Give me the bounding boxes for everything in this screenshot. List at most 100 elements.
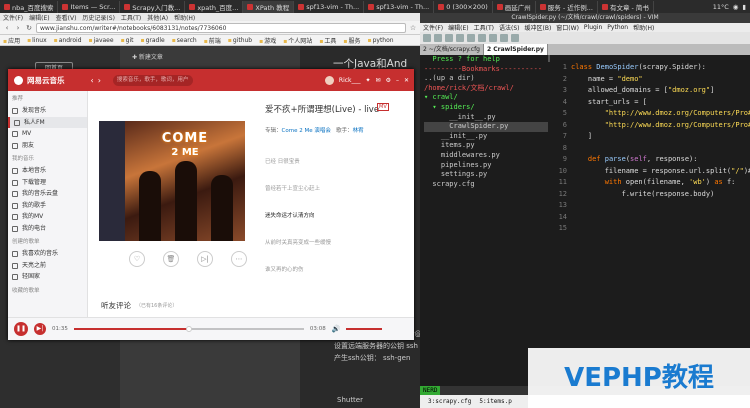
bookmark-item[interactable]: github — [228, 37, 252, 44]
battery-icon[interactable]: ▮ — [742, 3, 746, 11]
nerdtree-item[interactable]: CrawlSpider.py — [424, 122, 548, 132]
vim-menu-item[interactable]: 语法(S) — [499, 23, 520, 32]
sidebar-item[interactable]: MV — [8, 128, 87, 140]
browser-tab[interactable]: spf13-vim - Th... — [294, 0, 365, 13]
code-line[interactable]: class DemoSpider(scrapy.Spider): — [571, 62, 750, 74]
code-line[interactable]: filename = response.url.split("/")# — [571, 166, 750, 178]
bookmark-item[interactable]: linux — [27, 37, 47, 44]
wifi-icon[interactable]: ◉ — [733, 3, 739, 11]
code-line[interactable]: "http://www.dmoz.org/Computers/Pro# — [571, 108, 750, 120]
vim-menu-item[interactable]: 窗口(W) — [556, 23, 579, 32]
nerdtree-item[interactable]: __init__.py — [424, 113, 548, 123]
back-icon[interactable]: ‹ — [91, 76, 94, 85]
bookmark-item[interactable]: gradle — [140, 37, 165, 44]
browser-tab[interactable]: Scrapy入门教... — [120, 0, 186, 13]
sidebar-item[interactable]: 我的MV — [8, 211, 87, 223]
vim-menu-item[interactable]: 编辑(E) — [448, 23, 468, 32]
singer-link[interactable]: 林宥 — [353, 128, 364, 134]
forward-icon[interactable]: › — [14, 24, 22, 32]
nerdtree-item[interactable]: __init__.py — [424, 132, 548, 142]
mail-icon[interactable]: ✉ — [376, 77, 381, 84]
sidebar-item[interactable]: 下载管理 — [8, 177, 87, 189]
next-button[interactable]: ▶| — [34, 323, 46, 335]
url-input[interactable]: www.jianshu.com/writer#/notebooks/608313… — [36, 22, 406, 33]
vim-tab[interactable]: 2 CrawlSpider.py — [484, 44, 548, 55]
code-line[interactable] — [571, 200, 750, 212]
avatar[interactable] — [324, 75, 334, 85]
bookmark-item[interactable]: 应用 — [3, 36, 20, 45]
save-icon[interactable] — [434, 34, 442, 42]
sidebar-item[interactable]: 朋友 — [8, 140, 87, 152]
star-icon[interactable]: ☆ — [409, 24, 417, 32]
code-buffer[interactable]: class DemoSpider(scrapy.Spider): name = … — [571, 62, 750, 386]
nerdtree-item[interactable]: Press ? for help — [424, 55, 548, 65]
more-icon[interactable]: ⋯ — [231, 251, 247, 267]
bookmark-item[interactable]: 工具 — [319, 36, 336, 45]
sidebar-item[interactable]: 私人FM — [8, 116, 87, 128]
like-icon[interactable]: ♡ — [129, 251, 145, 267]
nerdtree-item[interactable]: ..(up a dir) — [424, 74, 548, 84]
back-icon[interactable]: ‹ — [3, 24, 11, 32]
copy-icon[interactable] — [489, 34, 497, 42]
progress-handle[interactable] — [185, 326, 192, 332]
buffer-tab[interactable]: 5:items.p — [479, 395, 512, 408]
browser-tab[interactable]: Items — Scr... — [58, 0, 121, 13]
volume-icon[interactable]: 🔊 — [332, 325, 341, 333]
browser-tab[interactable]: spf13-vim - Th... — [364, 0, 435, 13]
sidebar-item[interactable]: 我喜欢的音乐 — [8, 248, 87, 260]
redo-icon[interactable] — [467, 34, 475, 42]
browser-tab[interactable]: 0 (300×200) — [434, 0, 493, 13]
browser-tab[interactable]: 服务 - 近作例... — [536, 0, 598, 13]
nerdtree-item[interactable]: scrapy.cfg — [424, 180, 548, 190]
cut-icon[interactable] — [478, 34, 486, 42]
delete-icon[interactable]: 🗑 — [163, 251, 179, 267]
search-input[interactable]: 搜索音乐，歌手，歌词，用户 — [112, 74, 193, 86]
browser-tab[interactable]: xpath_百度... — [185, 0, 244, 13]
nerdtree-item[interactable]: items.py — [424, 141, 548, 151]
bookmark-item[interactable]: python — [368, 37, 394, 44]
code-line[interactable]: ] — [571, 131, 750, 143]
code-line[interactable] — [571, 143, 750, 155]
bookmark-item[interactable]: git — [121, 37, 134, 44]
skin-icon[interactable]: ✦ — [366, 77, 371, 84]
bookmark-item[interactable]: javaee — [89, 37, 114, 44]
vim-menu-item[interactable]: Python — [607, 24, 628, 31]
code-line[interactable]: name = "demo" — [571, 74, 750, 86]
browser-tab[interactable]: XPath 教程 — [243, 0, 295, 13]
nerdtree-item[interactable]: pipelines.py — [424, 161, 548, 171]
vim-menu-item[interactable]: 缓冲区(B) — [524, 23, 551, 32]
volume-slider[interactable] — [346, 328, 383, 330]
code-line[interactable]: with open(filename, 'wb') as f: — [571, 177, 750, 189]
code-line[interactable]: "http://www.dmoz.org/Computers/Pro# — [571, 120, 750, 132]
undo-icon[interactable] — [456, 34, 464, 42]
close-icon[interactable]: ✕ — [404, 77, 409, 84]
browser-tab[interactable]: 有文章 - 简书 — [598, 0, 654, 13]
forward-icon[interactable]: › — [98, 76, 101, 85]
bookmark-item[interactable]: 前端 — [204, 36, 221, 45]
code-line[interactable]: f.write(response.body) — [571, 189, 750, 201]
browser-tab[interactable]: 画延广州 — [493, 0, 536, 13]
bookmark-item[interactable]: 个人网站 — [283, 36, 312, 45]
pause-button[interactable]: ❚❚ — [14, 322, 28, 336]
sidebar-item[interactable]: 发现音乐 — [8, 105, 87, 117]
vim-menu-item[interactable]: 帮助(H) — [633, 23, 654, 32]
browser-tab[interactable]: nba_百度搜索 — [0, 0, 59, 13]
nerdtree-item[interactable]: settings.py — [424, 170, 548, 180]
sidebar-item[interactable]: 轻国家 — [8, 271, 87, 283]
sidebar-item[interactable]: 我的音乐云盘 — [8, 188, 87, 200]
bookmark-item[interactable]: 服务 — [343, 36, 360, 45]
next-track-icon[interactable]: ▷| — [197, 251, 213, 267]
buffer-tab[interactable]: 3:scrapy.cfg — [428, 395, 471, 408]
nerdtree-item[interactable]: /home/rick/文档/crawl/ — [424, 84, 548, 94]
sidebar-item[interactable]: 天亮之前 — [8, 260, 87, 272]
print-icon[interactable] — [445, 34, 453, 42]
minimize-icon[interactable]: – — [396, 77, 399, 84]
sidebar-item[interactable]: 我的歌手 — [8, 200, 87, 212]
code-line[interactable]: allowed_domains = ["dmoz.org"] — [571, 85, 750, 97]
nerdtree-item[interactable]: ▾ crawl/ — [424, 93, 548, 103]
new-article-button[interactable]: ✚ 新建文章 — [132, 52, 163, 61]
code-line[interactable]: start_urls = [ — [571, 97, 750, 109]
vim-menu-item[interactable]: Plugin — [584, 24, 602, 31]
progress-bar[interactable] — [73, 326, 304, 332]
vim-tab[interactable]: 2 ~/文档/scrapy.cfg — [420, 44, 484, 55]
